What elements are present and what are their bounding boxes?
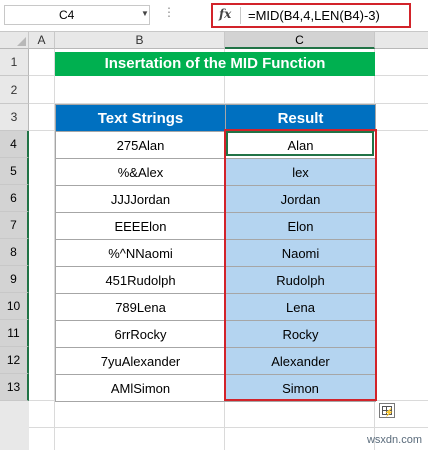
row-header[interactable]: 6 bbox=[0, 185, 29, 212]
text-cell[interactable]: %^NNaomi bbox=[55, 239, 226, 267]
header-text-strings[interactable]: Text Strings bbox=[55, 104, 226, 132]
insert-function-icon[interactable]: fx bbox=[219, 7, 231, 21]
name-box[interactable]: C4 bbox=[4, 5, 150, 25]
formula-text[interactable]: =MID(B4,4,LEN(B4)-3) bbox=[248, 8, 380, 23]
table-row: 451Rudolph Rudolph bbox=[55, 266, 376, 294]
result-cell[interactable]: Elon bbox=[225, 212, 376, 240]
row-header[interactable]: 3 bbox=[0, 104, 29, 131]
table-row: 6rrRocky Rocky bbox=[55, 320, 376, 348]
watermark: wsxdn.com bbox=[366, 434, 422, 446]
row-header[interactable]: 12 bbox=[0, 347, 29, 374]
sheet-title[interactable]: Insertation of the MID Function bbox=[55, 52, 375, 76]
result-cell[interactable]: Rocky bbox=[225, 320, 376, 348]
data-table: Text Strings Result 275Alan Alan %&Alex … bbox=[55, 104, 376, 402]
table-row: JJJJordan Jordan bbox=[55, 185, 376, 213]
table-header-row: Text Strings Result bbox=[55, 104, 376, 132]
row-headers: 1 2 3 4 5 6 7 8 9 10 11 12 13 bbox=[0, 49, 29, 450]
row-header[interactable]: 13 bbox=[0, 374, 29, 401]
row-header[interactable]: 7 bbox=[0, 212, 29, 239]
row-header[interactable]: 9 bbox=[0, 266, 29, 293]
row-header[interactable]: 2 bbox=[0, 76, 29, 104]
result-cell[interactable]: Jordan bbox=[225, 185, 376, 213]
result-cell[interactable]: Rudolph bbox=[225, 266, 376, 294]
select-all-button[interactable] bbox=[0, 32, 29, 49]
text-cell[interactable]: 789Lena bbox=[55, 293, 226, 321]
table-row: 275Alan Alan bbox=[55, 131, 376, 159]
column-header-a[interactable]: A bbox=[29, 32, 55, 49]
text-cell[interactable]: 6rrRocky bbox=[55, 320, 226, 348]
table-row: 789Lena Lena bbox=[55, 293, 376, 321]
column-headers: A B C bbox=[0, 31, 428, 49]
text-cell[interactable]: %&Alex bbox=[55, 158, 226, 186]
text-cell[interactable]: 7yuAlexander bbox=[55, 347, 226, 375]
result-cell[interactable]: Lena bbox=[225, 293, 376, 321]
table-row: 7yuAlexander Alexander bbox=[55, 347, 376, 375]
text-cell[interactable]: 275Alan bbox=[55, 131, 226, 159]
text-cell[interactable]: EEEElon bbox=[55, 212, 226, 240]
column-header-blank[interactable] bbox=[375, 32, 428, 49]
result-cell[interactable]: Naomi bbox=[225, 239, 376, 267]
table-row: %&Alex lex bbox=[55, 158, 376, 186]
lightning-icon: ⚡ bbox=[384, 408, 394, 417]
formula-bar-grip-icon: ⋮ bbox=[163, 5, 176, 19]
select-all-icon bbox=[17, 37, 26, 46]
table-row: %^NNaomi Naomi bbox=[55, 239, 376, 267]
row-header[interactable]: 8 bbox=[0, 239, 29, 266]
column-header-c[interactable]: C bbox=[225, 32, 375, 49]
result-cell[interactable]: Alan bbox=[225, 131, 376, 159]
quick-analysis-button[interactable]: ⚡ bbox=[379, 403, 395, 418]
chevron-down-icon[interactable]: ▼ bbox=[141, 10, 149, 18]
result-cell[interactable]: lex bbox=[225, 158, 376, 186]
result-cell[interactable]: Alexander bbox=[225, 347, 376, 375]
column-header-b[interactable]: B bbox=[55, 32, 225, 49]
formula-bar: C4 ▼ ⋮ fx =MID(B4,4,LEN(B4)-3) bbox=[0, 0, 428, 31]
formula-input[interactable]: fx =MID(B4,4,LEN(B4)-3) bbox=[211, 3, 411, 28]
text-cell[interactable]: 451Rudolph bbox=[55, 266, 226, 294]
row-header[interactable]: 11 bbox=[0, 320, 29, 347]
table-row: AMlSimon Simon bbox=[55, 374, 376, 402]
text-cell[interactable]: AMlSimon bbox=[55, 374, 226, 402]
row-header[interactable]: 4 bbox=[0, 131, 29, 158]
result-cell[interactable]: Simon bbox=[225, 374, 376, 402]
table-row: EEEElon Elon bbox=[55, 212, 376, 240]
row-header[interactable]: 10 bbox=[0, 293, 29, 320]
gridline bbox=[29, 427, 428, 428]
row-header[interactable]: 1 bbox=[0, 49, 29, 76]
formula-divider bbox=[240, 7, 241, 24]
header-result[interactable]: Result bbox=[225, 104, 376, 132]
row-header[interactable]: 5 bbox=[0, 158, 29, 185]
text-cell[interactable]: JJJJordan bbox=[55, 185, 226, 213]
